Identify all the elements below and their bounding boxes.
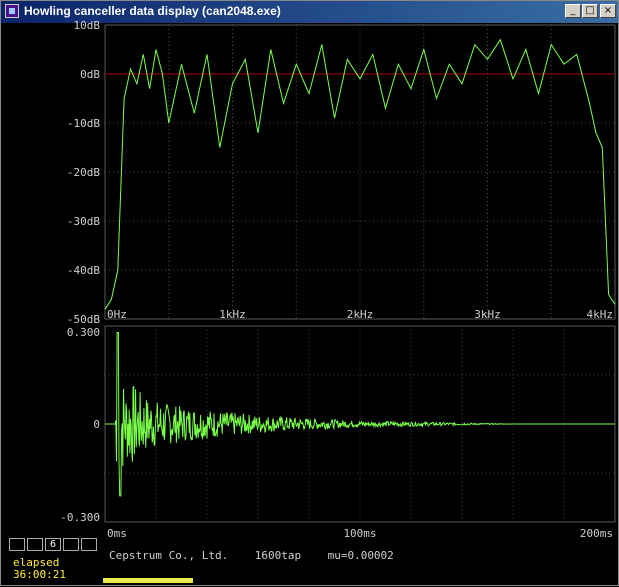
spectrum-x-tick: 0Hz [107, 308, 127, 321]
elapsed-block: elapsed 36:00:21 [13, 557, 66, 581]
app-window: Howling canceller data display (can2048.… [0, 0, 619, 586]
spectrum-line [104, 38, 616, 310]
status-mu: mu=0.00002 [327, 549, 394, 562]
status-line: Cepstrum Co., Ltd. 1600tap mu=0.00002 [109, 549, 394, 562]
spectrum-y-tick: -50dB [67, 313, 100, 326]
spectrum-y-tick: -40dB [67, 264, 100, 277]
spectrum-x-tick: 4kHz [587, 308, 614, 321]
spectrum-x-tick: 2kHz [347, 308, 374, 321]
channel-box-5[interactable] [81, 538, 97, 551]
cepstrum-y-axis: 0.300 0 -0.300 [60, 326, 100, 524]
spectrum-y-tick: -20dB [67, 166, 100, 179]
cepstrum-y-tick: 0.300 [67, 326, 100, 339]
channel-box-2[interactable] [27, 538, 43, 551]
spectrum-y-tick: -30dB [67, 215, 100, 228]
channel-box-3[interactable]: 6 [45, 538, 61, 551]
status-taps: 1600tap [254, 549, 302, 562]
spectrum-x-tick: 3kHz [474, 308, 501, 321]
status-company: Cepstrum Co., Ltd. [109, 549, 229, 562]
cepstrum-y-tick: -0.300 [60, 511, 100, 524]
spectrum-y-axis: 10dB 0dB -10dB -20dB -30dB -40dB -50dB [67, 19, 100, 326]
progress-bar [103, 578, 193, 583]
elapsed-time: 36:00:21 [13, 568, 66, 581]
cepstrum-x-axis: 0ms 100ms 200ms [107, 527, 613, 540]
spectrum-x-tick: 1kHz [219, 308, 246, 321]
cepstrum-y-tick: 0 [93, 418, 100, 431]
spectrum-y-tick: -10dB [67, 117, 100, 130]
spectrum-grid [104, 24, 616, 320]
cepstrum-x-tick: 100ms [343, 527, 376, 540]
spectrum-y-tick: 10dB [74, 19, 101, 32]
channel-box-4[interactable] [63, 538, 79, 551]
spectrum-y-tick: 0dB [80, 68, 100, 81]
channel-box-1[interactable] [9, 538, 25, 551]
cepstrum-x-tick: 0ms [107, 527, 127, 540]
plots-canvas: 10dB 0dB -10dB -20dB -30dB -40dB -50dB 0Hz 1kHz… [60, 19, 616, 540]
cepstrum-x-tick: 200ms [580, 527, 613, 540]
